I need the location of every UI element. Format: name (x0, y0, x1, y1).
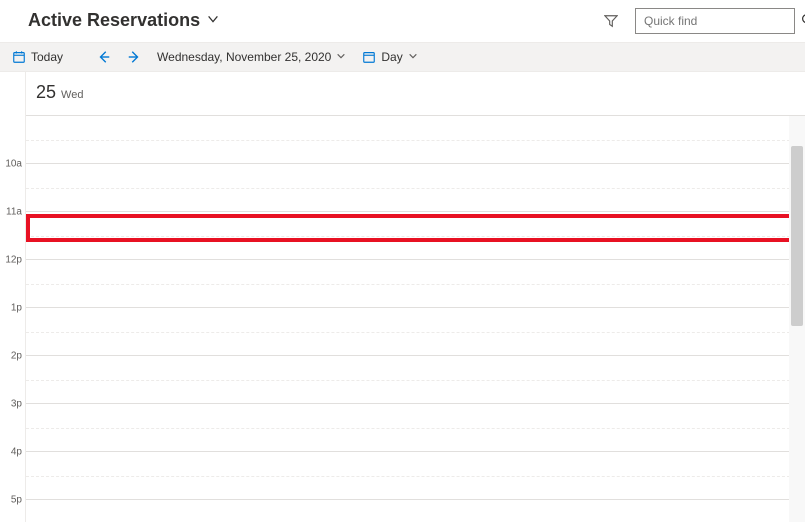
current-date-label: Wednesday, November 25, 2020 (157, 50, 331, 64)
hour-label: 1p (11, 303, 22, 314)
hour-label: 4p (11, 447, 22, 458)
hour-label: 11a (6, 207, 22, 218)
quick-find-box[interactable] (635, 8, 795, 34)
today-button[interactable]: Today (10, 43, 65, 71)
hour-row[interactable] (26, 260, 805, 308)
calendar-toolbar: Today Wednesday, November 25, 2020 Day (0, 42, 805, 72)
hour-row[interactable] (26, 116, 805, 164)
hour-label: 3p (11, 399, 22, 410)
today-label: Today (31, 50, 63, 64)
hour-label: 2p (11, 351, 22, 362)
day-number: 25 (36, 82, 56, 103)
day-header: 25 Wed (26, 72, 805, 116)
hour-row[interactable] (26, 404, 805, 452)
next-day-button[interactable] (125, 43, 143, 71)
view-title-dropdown[interactable]: Active Reservations (28, 10, 220, 31)
hour-row[interactable] (26, 212, 805, 260)
hour-row[interactable] (26, 164, 805, 212)
hour-row[interactable] (26, 500, 805, 522)
time-gutter: 10a 11a 12p 1p 2p 3p 4p 5p (0, 72, 26, 522)
scrollbar[interactable] (789, 116, 805, 522)
chevron-down-icon (206, 12, 220, 29)
view-mode-picker[interactable]: Day (360, 43, 419, 71)
prev-day-button[interactable] (95, 43, 113, 71)
quick-find-input[interactable] (642, 13, 801, 29)
day-name: Wed (61, 89, 83, 101)
page-title: Active Reservations (28, 10, 200, 31)
hour-row[interactable] (26, 452, 805, 500)
chevron-down-icon (408, 50, 418, 64)
hour-label: 12p (5, 255, 22, 266)
search-icon[interactable] (801, 13, 805, 29)
date-picker[interactable]: Wednesday, November 25, 2020 (155, 43, 348, 71)
filter-button[interactable] (601, 11, 621, 31)
hour-label: 10a (5, 159, 22, 170)
hour-row[interactable] (26, 356, 805, 404)
scrollbar-thumb[interactable] (791, 146, 803, 326)
view-mode-label: Day (381, 50, 402, 64)
chevron-down-icon (336, 50, 346, 64)
day-grid[interactable] (26, 116, 805, 522)
hour-row[interactable] (26, 308, 805, 356)
hour-label: 5p (11, 495, 22, 506)
